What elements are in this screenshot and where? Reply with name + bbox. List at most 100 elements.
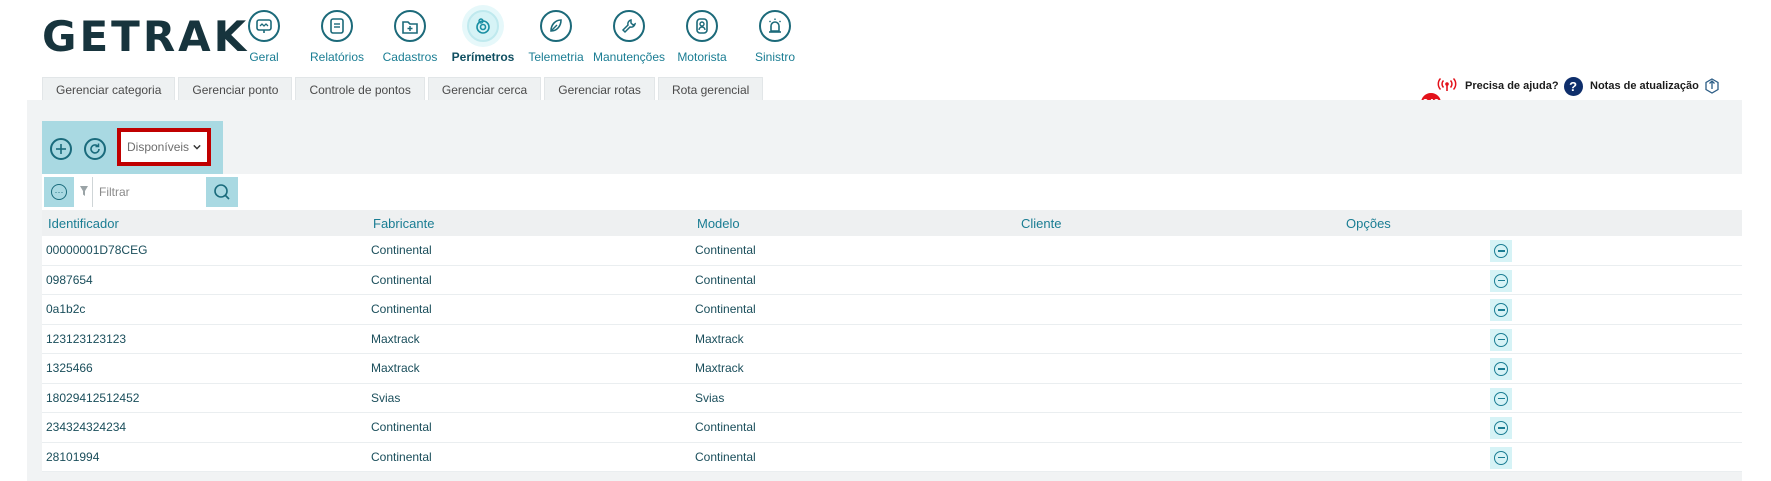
row-options-button[interactable] — [1490, 328, 1512, 351]
status-select-value: Disponíveis — [127, 140, 190, 154]
minus-circle-icon — [1494, 244, 1508, 258]
cell-identificador: 234324324234 — [46, 420, 127, 435]
cell-fabricante: Svias — [371, 390, 401, 405]
nav-item-geral[interactable]: Geral — [228, 10, 300, 64]
row-options-button[interactable] — [1490, 358, 1512, 380]
filter-options-button[interactable]: ··· — [44, 177, 74, 207]
minus-circle-icon — [1494, 450, 1508, 465]
nav-item-manutencoes[interactable]: Manutenções — [593, 10, 665, 64]
tab-gerenciar-rotas[interactable]: Gerenciar rotas — [544, 77, 655, 101]
plus-icon — [56, 144, 66, 154]
question-icon: ? — [1563, 76, 1583, 96]
cell-modelo: Svias — [695, 390, 725, 405]
refresh-button[interactable] — [84, 138, 106, 160]
cell-identificador: 0a1b2c — [46, 302, 86, 317]
cell-modelo: Continental — [695, 420, 756, 435]
monitor-icon — [248, 10, 280, 42]
minus-circle-icon — [1494, 391, 1508, 406]
status-select[interactable]: Disponíveis — [117, 128, 211, 166]
table-row[interactable]: 0a1b2c Continental Continental — [42, 295, 1742, 325]
cell-modelo: Maxtrack — [695, 331, 744, 346]
nav-label: Sinistro — [754, 50, 795, 64]
driver-icon — [686, 10, 718, 42]
cell-identificador: 1325466 — [46, 361, 93, 376]
table-row[interactable]: 28101994 Continental Continental — [42, 443, 1742, 472]
minus-circle-icon — [1494, 421, 1508, 435]
nav-label: Manutenções — [592, 50, 666, 64]
cell-modelo: Continental — [695, 272, 756, 287]
table-header: Identificador Fabricante Modelo Cliente … — [42, 210, 1742, 236]
nav-label: Geral — [249, 50, 279, 64]
report-icon — [321, 10, 353, 42]
cell-fabricante: Continental — [371, 243, 432, 258]
table-row[interactable]: 18029412512452 Svias Svias — [42, 384, 1742, 413]
more-icon: ··· — [51, 184, 67, 200]
cell-identificador: 28101994 — [46, 449, 100, 464]
column-header-fabricante[interactable]: Fabricante — [367, 216, 691, 231]
table-row[interactable]: 123123123123 Maxtrack Maxtrack — [42, 325, 1742, 354]
cell-identificador: 0987654 — [46, 272, 93, 287]
leaf-icon — [540, 10, 572, 42]
row-options-button[interactable] — [1490, 417, 1512, 439]
folder-plus-icon — [394, 10, 426, 42]
cell-modelo: Continental — [695, 449, 756, 464]
cell-fabricante: Continental — [371, 302, 432, 317]
row-options-button[interactable] — [1490, 387, 1512, 410]
minus-circle-icon — [1494, 332, 1508, 347]
tab-gerenciar-ponto[interactable]: Gerenciar ponto — [178, 77, 293, 101]
add-button[interactable] — [50, 138, 72, 160]
nav-item-telemetria[interactable]: Telemetria — [520, 10, 592, 64]
nav-item-sinistro[interactable]: Sinistro — [739, 10, 811, 64]
search-button[interactable] — [206, 177, 238, 207]
cell-fabricante: Continental — [371, 272, 432, 287]
nav-item-motorista[interactable]: Motorista — [666, 10, 738, 64]
wrench-icon — [613, 10, 645, 42]
tab-gerenciar-cerca[interactable]: Gerenciar cerca — [427, 77, 542, 101]
cell-modelo: Continental — [695, 243, 756, 258]
nav-item-cadastros[interactable]: Cadastros — [374, 10, 446, 64]
filter-row: ··· — [42, 174, 1742, 210]
update-notes-link[interactable]: Notas de atualização — [1590, 74, 1720, 98]
nav-label: Relatórios — [309, 50, 365, 64]
row-options-button[interactable] — [1490, 299, 1512, 321]
minus-circle-icon — [1494, 362, 1508, 376]
cell-modelo: Continental — [695, 302, 756, 317]
nav-label: Telemetria — [528, 50, 584, 64]
help-link[interactable]: Precisa de ajuda? ? — [1465, 74, 1583, 98]
minus-circle-icon — [1494, 303, 1508, 317]
search-icon — [214, 184, 230, 200]
column-header-cliente[interactable]: Cliente — [1015, 216, 1340, 231]
column-header-modelo[interactable]: Modelo — [691, 216, 1015, 231]
nav-item-relatorios[interactable]: Relatórios — [301, 10, 373, 64]
row-options-button[interactable] — [1490, 446, 1512, 469]
broadcast-icon[interactable] — [1437, 78, 1457, 92]
chevron-down-icon — [193, 144, 201, 150]
cell-fabricante: Continental — [371, 449, 432, 464]
funnel-icon — [80, 186, 88, 196]
sub-tabs: Gerenciar categoria Gerenciar ponto Cont… — [42, 77, 766, 101]
minus-circle-icon — [1494, 273, 1508, 288]
refresh-icon — [90, 143, 100, 154]
cell-fabricante: Maxtrack — [371, 331, 420, 346]
getrak-logo[interactable]: GETRAK — [42, 14, 249, 60]
tab-rota-gerencial[interactable]: Rota gerencial — [657, 77, 764, 101]
alarm-icon — [759, 10, 791, 42]
app-root: GETRAK Geral Relatórios Cadastros Períme… — [0, 0, 1771, 481]
table-row[interactable]: 00000001D78CEG Continental Continental — [42, 236, 1742, 266]
table-row[interactable]: 1325466 Maxtrack Maxtrack — [42, 354, 1742, 384]
tab-gerenciar-categoria[interactable]: Gerenciar categoria — [42, 77, 176, 101]
table-row[interactable]: 0987654 Continental Continental — [42, 266, 1742, 295]
nav-item-perimetros[interactable]: Perímetros — [447, 10, 519, 64]
cube-upload-icon — [1705, 78, 1719, 94]
filter-input[interactable] — [92, 177, 206, 207]
action-toolbar: Disponíveis — [42, 121, 223, 174]
row-options-button[interactable] — [1490, 240, 1512, 262]
column-header-opcoes: Opções — [1346, 215, 1391, 231]
nav-label: Motorista — [677, 50, 727, 64]
row-options-button[interactable] — [1490, 269, 1512, 292]
cell-fabricante: Continental — [371, 420, 432, 435]
main-nav: Geral Relatórios Cadastros Perímetros Te… — [228, 10, 812, 64]
tab-controle-de-pontos[interactable]: Controle de pontos — [295, 77, 425, 101]
column-header-identificador[interactable]: Identificador — [42, 216, 367, 231]
table-row[interactable]: 234324324234 Continental Continental — [42, 413, 1742, 443]
